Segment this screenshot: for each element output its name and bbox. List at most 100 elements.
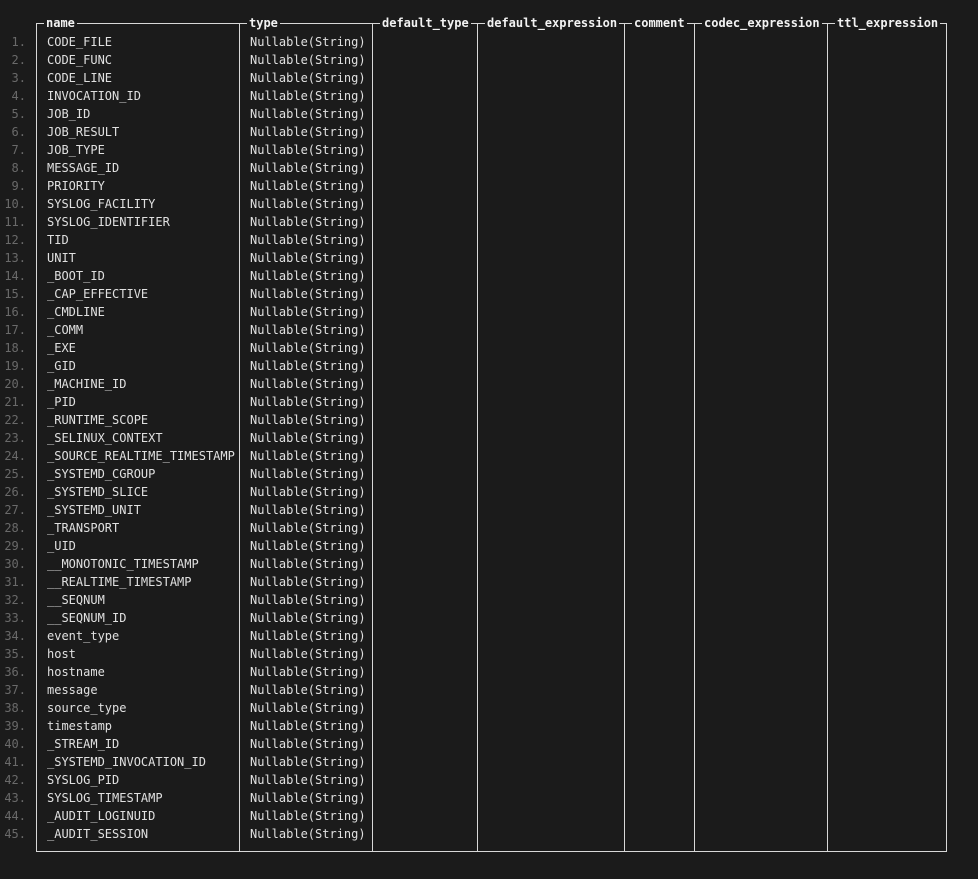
cell-type: Nullable(String) — [250, 107, 366, 121]
cell-type: Nullable(String) — [250, 143, 366, 157]
row-number: 15. — [4, 287, 26, 301]
row-number: 45. — [4, 827, 26, 841]
column-header-default-expression: default_expression — [485, 14, 620, 32]
cell-name: _GID — [47, 359, 76, 373]
cell-type: Nullable(String) — [250, 809, 366, 823]
row-number: 41. — [4, 755, 26, 769]
row-number: 35. — [4, 647, 26, 661]
cell-type: Nullable(String) — [250, 575, 366, 589]
cell-type: Nullable(String) — [250, 449, 366, 463]
cell-type: Nullable(String) — [250, 215, 366, 229]
cell-type: Nullable(String) — [250, 305, 366, 319]
row-number: 29. — [4, 539, 26, 553]
cell-type: Nullable(String) — [250, 503, 366, 517]
cell-name: _SELINUX_CONTEXT — [47, 431, 163, 445]
cell-name: SYSLOG_TIMESTAMP — [47, 791, 163, 805]
cell-name: INVOCATION_ID — [47, 89, 141, 103]
cell-type: Nullable(String) — [250, 161, 366, 175]
column-header-type: type — [247, 14, 280, 32]
cell-name: _RUNTIME_SCOPE — [47, 413, 149, 427]
row-number: 26. — [4, 485, 26, 499]
cell-name: _CMDLINE — [47, 305, 105, 319]
row-number: 39. — [4, 719, 26, 733]
row-number: 43. — [4, 791, 26, 805]
cell-type: Nullable(String) — [250, 629, 366, 643]
cell-name: SYSLOG_IDENTIFIER — [47, 215, 170, 229]
row-number: 42. — [4, 773, 26, 787]
cell-type: Nullable(String) — [250, 827, 366, 841]
cell-name: JOB_ID — [47, 107, 91, 121]
row-number: 40. — [4, 737, 26, 751]
cell-name: _SYSTEMD_CGROUP — [47, 467, 156, 481]
cell-type: Nullable(String) — [250, 683, 366, 697]
row-number: 20. — [4, 377, 26, 391]
cell-name: JOB_TYPE — [47, 143, 105, 157]
cell-name: _BOOT_ID — [47, 269, 105, 283]
row-number: 33. — [4, 611, 26, 625]
row-number: 10. — [4, 197, 26, 211]
cell-name: _SYSTEMD_SLICE — [47, 485, 149, 499]
cell-name: CODE_LINE — [47, 71, 113, 85]
cell-type: Nullable(String) — [250, 413, 366, 427]
cell-name: PRIORITY — [47, 179, 105, 193]
row-number: 44. — [4, 809, 26, 823]
cell-name: __MONOTONIC_TIMESTAMP — [47, 557, 199, 571]
cell-name: _MACHINE_ID — [47, 377, 127, 391]
row-number: 14. — [4, 269, 26, 283]
cell-name: _SYSTEMD_UNIT — [47, 503, 141, 517]
cell-name: _TRANSPORT — [47, 521, 120, 535]
column-header-name: name — [44, 14, 77, 32]
cell-name: TID — [47, 233, 69, 247]
column-header-comment: comment — [632, 14, 687, 32]
cell-type: Nullable(String) — [250, 35, 366, 49]
cell-type: Nullable(String) — [250, 791, 366, 805]
row-number: 16. — [4, 305, 26, 319]
cell-type: Nullable(String) — [250, 197, 366, 211]
row-number: 3. — [11, 71, 26, 85]
row-number: 19. — [4, 359, 26, 373]
row-number: 13. — [4, 251, 26, 265]
row-number: 7. — [11, 143, 26, 157]
cell-name: _PID — [47, 395, 76, 409]
cell-name: source_type — [47, 701, 127, 715]
cell-name: JOB_RESULT — [47, 125, 120, 139]
cell-name: hostname — [47, 665, 105, 679]
cell-type: Nullable(String) — [250, 395, 366, 409]
cell-name: CODE_FUNC — [47, 53, 113, 67]
row-number: 23. — [4, 431, 26, 445]
cell-name: _UID — [47, 539, 76, 553]
row-number: 30. — [4, 557, 26, 571]
row-number: 17. — [4, 323, 26, 337]
cell-type: Nullable(String) — [250, 755, 366, 769]
cell-name: timestamp — [47, 719, 113, 733]
row-number: 9. — [11, 179, 26, 193]
column-header-codec-expression: codec_expression — [702, 14, 822, 32]
column-header-ttl-expression: ttl_expression — [835, 14, 941, 32]
cell-type: Nullable(String) — [250, 485, 366, 499]
cell-type: Nullable(String) — [250, 179, 366, 193]
cell-type: Nullable(String) — [250, 89, 366, 103]
cell-type: Nullable(String) — [250, 719, 366, 733]
cell-type: Nullable(String) — [250, 737, 366, 751]
row-number: 32. — [4, 593, 26, 607]
cell-name: _COMM — [47, 323, 84, 337]
cell-name: event_type — [47, 629, 120, 643]
row-number: 24. — [4, 449, 26, 463]
cell-name: message — [47, 683, 98, 697]
cell-type: Nullable(String) — [250, 665, 366, 679]
cell-name: MESSAGE_ID — [47, 161, 120, 175]
column-header-default-type: default_type — [380, 14, 471, 32]
cell-name: CODE_FILE — [47, 35, 113, 49]
cell-type: Nullable(String) — [250, 593, 366, 607]
cell-type: Nullable(String) — [250, 467, 366, 481]
cell-name: _STREAM_ID — [47, 737, 120, 751]
cell-type: Nullable(String) — [250, 269, 366, 283]
cell-type: Nullable(String) — [250, 557, 366, 571]
cell-type: Nullable(String) — [250, 377, 366, 391]
row-number: 37. — [4, 683, 26, 697]
query-result-table: name type default_type default_expression co… — [0, 0, 978, 879]
row-number: 5. — [11, 107, 26, 121]
cell-type: Nullable(String) — [250, 647, 366, 661]
cell-type: Nullable(String) — [250, 323, 366, 337]
row-number: 25. — [4, 467, 26, 481]
